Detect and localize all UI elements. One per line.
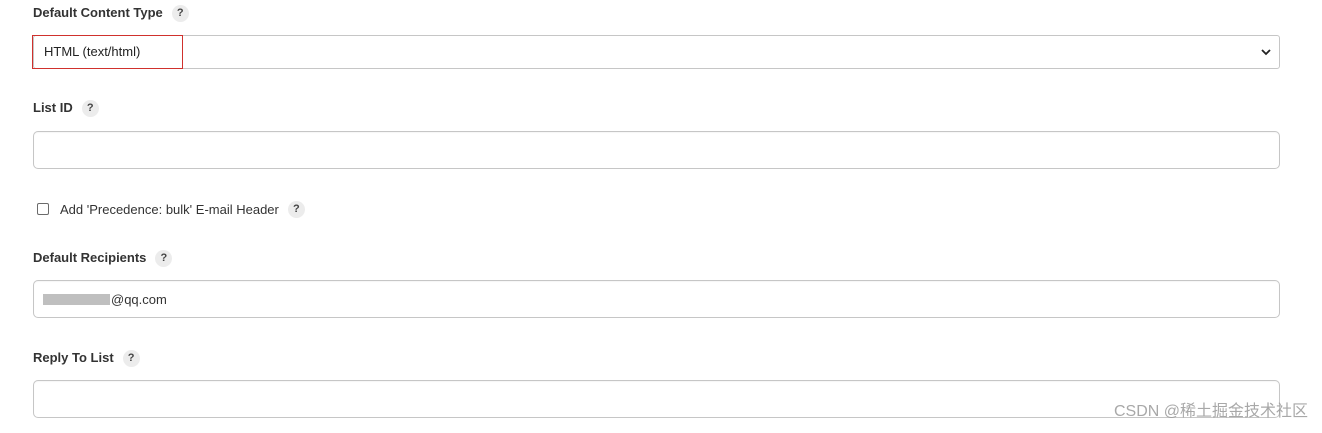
default-content-type-select[interactable]: HTML (text/html) <box>32 35 1280 69</box>
default-recipients-value: @qq.com <box>43 281 167 317</box>
help-icon[interactable]: ? <box>122 349 140 367</box>
help-icon[interactable]: ? <box>171 4 189 22</box>
default-content-type-label: Default Content Type ? <box>33 3 189 23</box>
help-icon[interactable]: ? <box>155 249 173 267</box>
list-id-input[interactable] <box>33 131 1280 169</box>
precedence-bulk-checkbox[interactable] <box>37 203 49 215</box>
precedence-bulk-label: Add 'Precedence: bulk' E-mail Header <box>60 201 279 217</box>
reply-to-list-label: Reply To List ? <box>33 348 140 368</box>
default-recipients-label-text: Default Recipients <box>33 250 147 265</box>
chevron-down-icon[interactable] <box>1261 36 1271 68</box>
help-icon[interactable]: ? <box>81 99 99 117</box>
default-content-type-label-text: Default Content Type <box>33 5 163 20</box>
help-icon[interactable]: ? <box>287 200 305 218</box>
default-content-type-value: HTML (text/html) <box>44 44 141 59</box>
redacted-email-block <box>43 293 110 305</box>
email-domain-text: @qq.com <box>111 291 167 307</box>
list-id-label-text: List ID <box>33 100 73 115</box>
reply-to-list-input[interactable] <box>33 380 1280 418</box>
default-recipients-label: Default Recipients ? <box>33 248 173 268</box>
precedence-bulk-option[interactable]: Add 'Precedence: bulk' E-mail Header ? <box>37 199 305 219</box>
reply-to-list-label-text: Reply To List <box>33 350 114 365</box>
default-recipients-input[interactable]: @qq.com <box>33 280 1280 318</box>
list-id-label: List ID ? <box>33 98 99 118</box>
csdn-watermark: CSDN @稀土掘金技术社区 <box>1113 403 1308 420</box>
